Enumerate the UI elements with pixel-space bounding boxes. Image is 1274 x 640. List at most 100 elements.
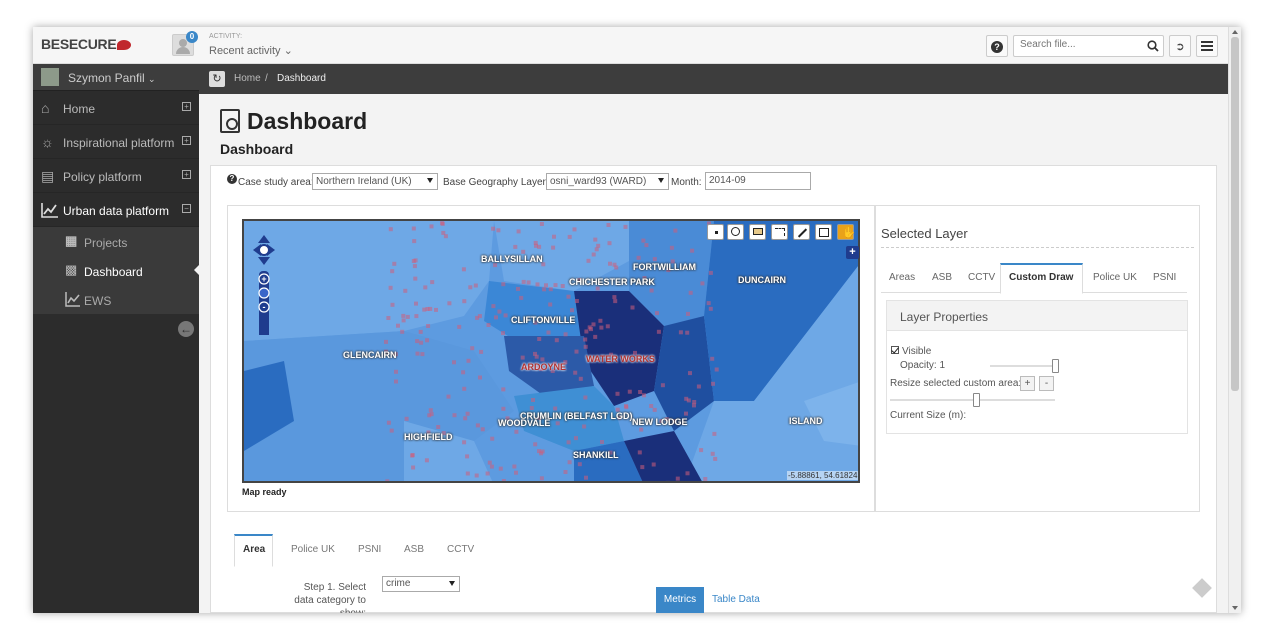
crime-point <box>428 306 433 311</box>
crime-point <box>607 241 612 246</box>
resize-plus-button[interactable]: + <box>1020 376 1035 391</box>
visible-checkbox[interactable] <box>891 346 899 354</box>
logout-button[interactable]: ➲ <box>1169 35 1191 57</box>
crime-point <box>468 285 473 290</box>
crime-point <box>711 381 715 386</box>
tab-area[interactable]: Area <box>243 544 265 555</box>
month-input[interactable]: 2014-09 <box>705 172 811 190</box>
tab-areas[interactable]: Areas <box>889 272 915 283</box>
crime-point <box>572 227 577 232</box>
save-tool-icon[interactable] <box>815 224 832 240</box>
resize-slider-handle[interactable] <box>973 393 980 407</box>
crime-point <box>696 384 701 389</box>
tab-cctv-bottom[interactable]: CCTV <box>447 544 474 555</box>
crime-point <box>560 284 565 288</box>
crime-point <box>394 369 398 374</box>
crime-point <box>531 398 535 402</box>
opacity-slider-handle[interactable] <box>1052 359 1059 373</box>
sidebar-item-projects[interactable]: ▦ Projects <box>33 227 199 256</box>
scrollbar-thumb[interactable] <box>1231 37 1239 391</box>
sidebar-item-urban-data[interactable]: Urban data platform − <box>33 193 199 227</box>
edit-tool-icon[interactable] <box>793 224 810 240</box>
tab-police-uk[interactable]: Police UK <box>1093 272 1137 283</box>
table-data-button[interactable]: Table Data <box>712 594 760 605</box>
search-field[interactable] <box>1013 35 1164 57</box>
expand-icon[interactable]: + <box>182 136 191 145</box>
crime-point <box>401 313 406 318</box>
expand-icon[interactable]: + <box>182 102 191 111</box>
sidebar-user[interactable]: Szymon Panfil ⌄ <box>33 64 199 91</box>
tab-custom-draw[interactable]: Custom Draw <box>1009 272 1073 283</box>
breadcrumb-home[interactable]: Home <box>234 73 261 84</box>
polygon-tool-icon[interactable] <box>749 224 766 240</box>
help-icon[interactable]: ? <box>227 174 237 184</box>
scroll-down-icon[interactable] <box>1232 606 1238 610</box>
dashboard-icon <box>220 109 240 133</box>
resize-minus-button[interactable]: - <box>1039 376 1054 391</box>
help-button[interactable]: ? <box>986 35 1008 57</box>
map-canvas[interactable]: BALLYSILLAN FORTWILLIAM CHICHESTER PARK … <box>242 219 860 483</box>
crime-point <box>539 222 544 226</box>
crime-point <box>490 436 495 441</box>
tab-asb[interactable]: ASB <box>932 272 952 283</box>
map-label: CLIFTONVILLE <box>511 315 576 325</box>
crime-point <box>688 371 692 376</box>
crime-point <box>584 329 589 334</box>
hamburger-icon <box>1201 41 1213 51</box>
crime-point <box>462 299 467 304</box>
geography-select[interactable]: osni_ward93 (WARD) <box>546 173 669 190</box>
case-study-label: Case study area: <box>238 177 314 188</box>
circle-tool-icon[interactable] <box>727 224 744 240</box>
activity-dropdown[interactable]: Recent activity ⌄ <box>209 44 293 57</box>
tab-cctv[interactable]: CCTV <box>968 272 995 283</box>
crime-point <box>712 431 717 436</box>
map-nav-control: + - <box>253 235 281 341</box>
search-icon[interactable] <box>1147 40 1159 52</box>
sidebar-item-policy[interactable]: ▤ Policy platform + <box>33 159 199 193</box>
chart-line-icon <box>41 203 58 218</box>
crime-point <box>656 329 661 334</box>
path-tool-icon[interactable] <box>771 224 788 240</box>
point-tool-icon[interactable] <box>707 224 724 240</box>
crime-point <box>566 294 571 299</box>
crime-point <box>688 290 693 295</box>
layer-switcher-plus-icon[interactable]: + <box>846 246 859 259</box>
search-input[interactable] <box>1020 39 1140 50</box>
crime-point <box>675 476 680 481</box>
crime-point <box>600 440 604 444</box>
tab-asb-bottom[interactable]: ASB <box>404 544 424 555</box>
crime-point <box>413 276 418 281</box>
crime-point <box>649 288 654 293</box>
case-study-select[interactable]: Northern Ireland (UK) <box>312 173 438 190</box>
tab-police-uk-bottom[interactable]: Police UK <box>291 544 335 555</box>
sidebar-item-ews[interactable]: EWS <box>33 285 199 314</box>
sidebar-item-home[interactable]: ⌂ Home + <box>33 91 199 125</box>
menu-button[interactable] <box>1196 35 1218 57</box>
crime-point <box>649 404 654 408</box>
crime-point <box>414 314 419 319</box>
tab-psni[interactable]: PSNI <box>1153 272 1176 283</box>
sidebar-item-inspirational[interactable]: ☼ Inspirational platform + <box>33 125 199 159</box>
crime-point <box>591 252 596 257</box>
crime-point <box>596 243 601 248</box>
collapse-arrow-icon[interactable]: ← <box>178 321 194 337</box>
map-label: DUNCAIRN <box>738 275 786 285</box>
metrics-button[interactable]: Metrics <box>656 587 704 613</box>
crime-point <box>396 323 400 328</box>
collapse-icon[interactable]: − <box>182 204 191 213</box>
tab-psni-bottom[interactable]: PSNI <box>358 544 381 555</box>
pan-zoom-icon[interactable]: + - <box>253 235 281 341</box>
expand-icon[interactable]: + <box>182 170 191 179</box>
pan-hand-icon[interactable]: ✋ <box>837 224 856 240</box>
scroll-up-icon[interactable] <box>1232 30 1238 34</box>
logo[interactable]: BESECURE <box>41 36 132 52</box>
opacity-slider[interactable] <box>990 365 1058 367</box>
refresh-icon[interactable]: ↻ <box>209 71 225 87</box>
category-select[interactable]: crime <box>382 576 460 592</box>
sidebar-item-dashboard[interactable]: ▩ Dashboard <box>33 256 200 285</box>
crime-point <box>436 425 441 429</box>
crime-point <box>496 228 501 233</box>
scrollbar[interactable] <box>1228 27 1241 613</box>
crime-point <box>639 427 644 432</box>
crime-point <box>539 476 544 481</box>
